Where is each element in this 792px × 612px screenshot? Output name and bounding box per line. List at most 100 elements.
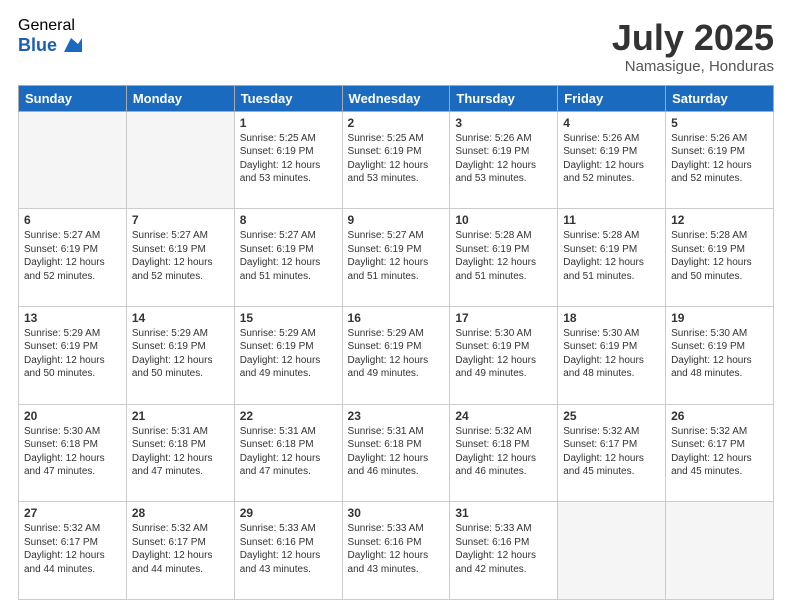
day-info: Sunrise: 5:31 AMSunset: 6:18 PMDaylight:… (348, 425, 445, 479)
weekday-header: Friday (558, 85, 666, 111)
weekday-header: Tuesday (234, 85, 342, 111)
calendar-cell: 10Sunrise: 5:28 AMSunset: 6:19 PMDayligh… (450, 209, 558, 307)
calendar-cell: 14 Sunrise: 5:29 AMSunset: 6:19 PMDayligh… (126, 306, 234, 404)
day-info: Sunrise: 5:32 AMSunset: 6:17 PMDaylight:… (563, 425, 660, 479)
calendar-cell: 20 Sunrise: 5:30 AMSunset: 6:18 PMDayligh… (19, 404, 127, 502)
day-number: 2 (348, 116, 445, 130)
day-info: Sunrise: 5:29 AMSunset: 6:19 PMDaylight:… (240, 327, 337, 381)
day-number: 28 (132, 506, 229, 520)
calendar-cell: 1 Sunrise: 5:25 AMSunset: 6:19 PMDaylight… (234, 111, 342, 209)
day-info: Sunrise: 5:26 AMSunset: 6:19 PMDaylight:… (671, 132, 768, 186)
calendar-week-row: 27 Sunrise: 5:32 AMSunset: 6:17 PMDayligh… (19, 502, 774, 600)
day-number: 4 (563, 116, 660, 130)
day-number: 3 (455, 116, 552, 130)
calendar-cell: 30Sunrise: 5:33 AMSunset: 6:16 PMDayligh… (342, 502, 450, 600)
day-info: Sunrise: 5:33 AMSunset: 6:16 PMDaylight:… (455, 522, 552, 576)
day-info: Sunrise: 5:25 AMSunset: 6:19 PMDaylight:… (348, 132, 445, 186)
day-number: 19 (671, 311, 768, 325)
day-number: 13 (24, 311, 121, 325)
day-number: 22 (240, 409, 337, 423)
location: Namasigue, Honduras (612, 58, 774, 75)
calendar-cell: 25 Sunrise: 5:32 AMSunset: 6:17 PMDayligh… (558, 404, 666, 502)
calendar-cell: 12Sunrise: 5:28 AMSunset: 6:19 PMDayligh… (666, 209, 774, 307)
day-number: 8 (240, 213, 337, 227)
calendar-cell: 19 Sunrise: 5:30 AMSunset: 6:19 PMDayligh… (666, 306, 774, 404)
day-info: Sunrise: 5:25 AMSunset: 6:19 PMDaylight:… (240, 132, 337, 186)
calendar-cell (666, 502, 774, 600)
calendar-cell: 5Sunrise: 5:26 AMSunset: 6:19 PMDaylight… (666, 111, 774, 209)
day-number: 30 (348, 506, 445, 520)
calendar-cell (558, 502, 666, 600)
calendar-cell: 13 Sunrise: 5:29 AMSunset: 6:19 PMDayligh… (19, 306, 127, 404)
day-info: Sunrise: 5:28 AMSunset: 6:19 PMDaylight:… (563, 229, 660, 283)
day-number: 16 (348, 311, 445, 325)
day-info: Sunrise: 5:32 AMSunset: 6:17 PMDaylight:… (671, 425, 768, 479)
day-number: 14 (132, 311, 229, 325)
day-info: Sunrise: 5:28 AMSunset: 6:19 PMDaylight:… (455, 229, 552, 283)
calendar-cell: 4 Sunrise: 5:26 AMSunset: 6:19 PMDaylight… (558, 111, 666, 209)
logo: General Blue (18, 18, 82, 56)
calendar-cell: 17 Sunrise: 5:30 AMSunset: 6:19 PMDayligh… (450, 306, 558, 404)
calendar-week-row: 13 Sunrise: 5:29 AMSunset: 6:19 PMDayligh… (19, 306, 774, 404)
day-info: Sunrise: 5:27 AMSunset: 6:19 PMDaylight:… (24, 229, 121, 283)
day-info: Sunrise: 5:32 AMSunset: 6:18 PMDaylight:… (455, 425, 552, 479)
logo-icon (60, 34, 82, 56)
day-info: Sunrise: 5:30 AMSunset: 6:19 PMDaylight:… (671, 327, 768, 381)
calendar-cell: 7Sunrise: 5:27 AMSunset: 6:19 PMDaylight… (126, 209, 234, 307)
day-info: Sunrise: 5:30 AMSunset: 6:18 PMDaylight:… (24, 425, 121, 479)
day-number: 21 (132, 409, 229, 423)
header: General Blue July 2025 Namasigue, Hondur… (18, 18, 774, 75)
day-number: 25 (563, 409, 660, 423)
day-info: Sunrise: 5:26 AMSunset: 6:19 PMDaylight:… (563, 132, 660, 186)
calendar-cell: 23 Sunrise: 5:31 AMSunset: 6:18 PMDayligh… (342, 404, 450, 502)
day-info: Sunrise: 5:28 AMSunset: 6:19 PMDaylight:… (671, 229, 768, 283)
calendar-cell: 21Sunrise: 5:31 AMSunset: 6:18 PMDayligh… (126, 404, 234, 502)
day-info: Sunrise: 5:27 AMSunset: 6:19 PMDaylight:… (348, 229, 445, 283)
month-title: July 2025 (612, 18, 774, 58)
calendar-week-row: 20 Sunrise: 5:30 AMSunset: 6:18 PMDayligh… (19, 404, 774, 502)
day-number: 20 (24, 409, 121, 423)
day-info: Sunrise: 5:31 AMSunset: 6:18 PMDaylight:… (240, 425, 337, 479)
day-info: Sunrise: 5:29 AMSunset: 6:19 PMDaylight:… (348, 327, 445, 381)
weekday-header: Sunday (19, 85, 127, 111)
calendar-week-row: 1 Sunrise: 5:25 AMSunset: 6:19 PMDaylight… (19, 111, 774, 209)
logo-blue: Blue (18, 36, 57, 54)
calendar-cell: 15Sunrise: 5:29 AMSunset: 6:19 PMDayligh… (234, 306, 342, 404)
calendar-cell: 28 Sunrise: 5:32 AMSunset: 6:17 PMDayligh… (126, 502, 234, 600)
logo-general: General (18, 18, 82, 34)
day-number: 1 (240, 116, 337, 130)
calendar-cell: 16 Sunrise: 5:29 AMSunset: 6:19 PMDayligh… (342, 306, 450, 404)
day-info: Sunrise: 5:27 AMSunset: 6:19 PMDaylight:… (240, 229, 337, 283)
day-info: Sunrise: 5:26 AMSunset: 6:19 PMDaylight:… (455, 132, 552, 186)
day-number: 17 (455, 311, 552, 325)
calendar-header-row: SundayMondayTuesdayWednesdayThursdayFrid… (19, 85, 774, 111)
day-info: Sunrise: 5:29 AMSunset: 6:19 PMDaylight:… (24, 327, 121, 381)
calendar-cell: 27 Sunrise: 5:32 AMSunset: 6:17 PMDayligh… (19, 502, 127, 600)
day-number: 6 (24, 213, 121, 227)
logo-text: General Blue (18, 18, 82, 56)
calendar-cell (19, 111, 127, 209)
weekday-header: Monday (126, 85, 234, 111)
day-number: 31 (455, 506, 552, 520)
day-number: 23 (348, 409, 445, 423)
calendar-cell (126, 111, 234, 209)
day-info: Sunrise: 5:33 AMSunset: 6:16 PMDaylight:… (240, 522, 337, 576)
calendar-cell: 26 Sunrise: 5:32 AMSunset: 6:17 PMDayligh… (666, 404, 774, 502)
day-number: 27 (24, 506, 121, 520)
day-info: Sunrise: 5:32 AMSunset: 6:17 PMDaylight:… (24, 522, 121, 576)
calendar-cell: 24Sunrise: 5:32 AMSunset: 6:18 PMDayligh… (450, 404, 558, 502)
day-info: Sunrise: 5:32 AMSunset: 6:17 PMDaylight:… (132, 522, 229, 576)
weekday-header: Thursday (450, 85, 558, 111)
day-info: Sunrise: 5:29 AMSunset: 6:19 PMDaylight:… (132, 327, 229, 381)
day-info: Sunrise: 5:30 AMSunset: 6:19 PMDaylight:… (455, 327, 552, 381)
title-section: July 2025 Namasigue, Honduras (612, 18, 774, 75)
page: General Blue July 2025 Namasigue, Hondur… (0, 0, 792, 612)
calendar-cell: 2 Sunrise: 5:25 AMSunset: 6:19 PMDaylight… (342, 111, 450, 209)
day-number: 26 (671, 409, 768, 423)
weekday-header: Saturday (666, 85, 774, 111)
calendar-cell: 31 Sunrise: 5:33 AMSunset: 6:16 PMDayligh… (450, 502, 558, 600)
day-info: Sunrise: 5:27 AMSunset: 6:19 PMDaylight:… (132, 229, 229, 283)
calendar-table: SundayMondayTuesdayWednesdayThursdayFrid… (18, 85, 774, 600)
day-number: 18 (563, 311, 660, 325)
calendar-cell: 11Sunrise: 5:28 AMSunset: 6:19 PMDayligh… (558, 209, 666, 307)
